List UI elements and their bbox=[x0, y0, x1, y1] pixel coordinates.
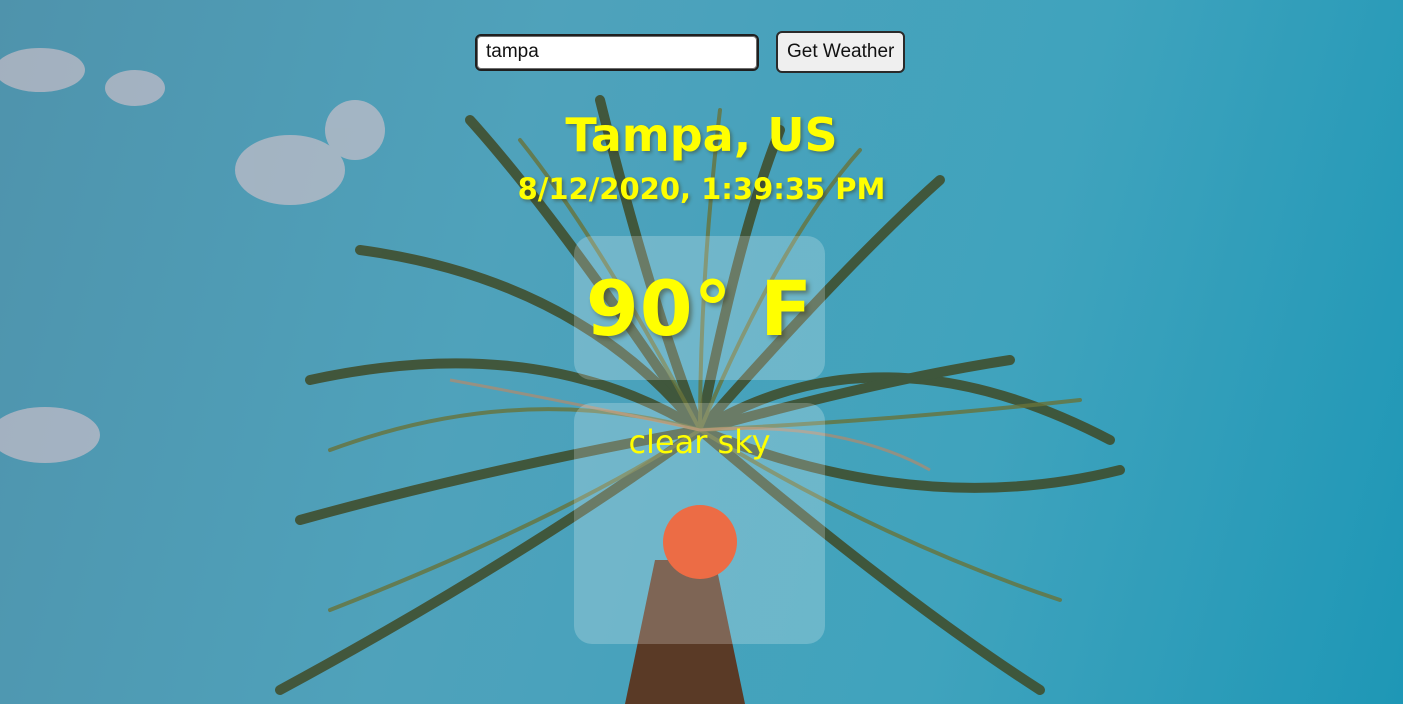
condition-card: clear sky bbox=[574, 403, 825, 644]
sun-icon bbox=[663, 505, 737, 579]
date-time: 8/12/2020, 1:39:35 PM bbox=[517, 172, 886, 206]
city-title: Tampa, US bbox=[565, 108, 838, 162]
temperature-value: 90° F bbox=[585, 263, 814, 353]
city-search-input[interactable] bbox=[475, 33, 759, 71]
weather-app: Get Weather Tampa, US 8/12/2020, 1:39:35… bbox=[0, 0, 1403, 704]
search-bar: Get Weather bbox=[475, 31, 906, 73]
temperature-card: 90° F bbox=[574, 236, 825, 380]
condition-text: clear sky bbox=[628, 423, 771, 461]
get-weather-button[interactable]: Get Weather bbox=[776, 31, 906, 73]
